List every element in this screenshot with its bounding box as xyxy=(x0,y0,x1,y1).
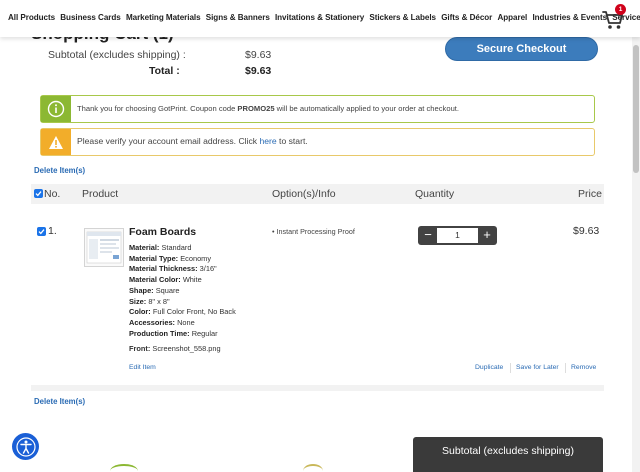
subtotal-panel-header: Subtotal (excludes shipping) xyxy=(413,437,603,472)
spec-color: Color: Full Color Front, No Back xyxy=(129,307,236,318)
spec-value: Full Color Front, No Back xyxy=(152,307,236,317)
remove-link[interactable]: Remove xyxy=(571,364,596,371)
nav-invitations-stationery[interactable]: Invitations & Stationery xyxy=(275,13,364,22)
spec-material-color: Material Color: White xyxy=(129,275,236,286)
spec-value: None xyxy=(177,317,195,327)
nav-marketing-materials[interactable]: Marketing Materials xyxy=(126,13,201,22)
spec-label: Shape: xyxy=(129,285,154,295)
category-menu: All Products Business Cards Marketing Ma… xyxy=(8,13,640,22)
spec-production-time: Production Time: Regular xyxy=(129,329,236,340)
verify-message-prefix: Please verify your account email address… xyxy=(77,136,260,146)
spec-size: Size: 8" x 8" xyxy=(129,297,236,308)
spec-material-thickness: Material Thickness: 3/16" xyxy=(129,264,236,275)
coupon-message-suffix: will be automatically applied to your or… xyxy=(274,104,460,113)
verify-message: Please verify your account email address… xyxy=(77,136,308,146)
row-divider xyxy=(31,385,604,391)
verify-here-link[interactable]: here xyxy=(259,136,276,146)
total-label: Total : xyxy=(149,65,180,77)
scrollbar-thumb[interactable] xyxy=(633,45,639,173)
spec-value: Regular xyxy=(191,328,218,338)
spec-label: Size: xyxy=(129,296,147,306)
nav-stickers-labels[interactable]: Stickers & Labels xyxy=(369,13,436,22)
coupon-alert: Thank you for choosing GotPrint. Coupon … xyxy=(40,95,595,123)
increase-quantity-button[interactable]: + xyxy=(478,226,496,245)
header-quantity: Quantity xyxy=(415,188,455,200)
product-thumbnail[interactable] xyxy=(84,228,124,267)
option-instant-proof: • Instant Processing Proof xyxy=(272,227,355,236)
check-icon xyxy=(38,229,45,235)
trust-badge-icon xyxy=(110,464,138,472)
item-checkbox[interactable] xyxy=(37,227,46,236)
spec-accessories: Accessories: None xyxy=(129,318,236,329)
nav-signs-banners[interactable]: Signs & Banners xyxy=(206,13,270,22)
spec-value: Square xyxy=(155,285,180,295)
edit-item-link[interactable]: Edit Item xyxy=(129,364,156,371)
accessibility-icon xyxy=(15,436,36,457)
coupon-code: PROMO25 xyxy=(237,104,275,113)
spec-value: 8" x 8" xyxy=(148,296,170,306)
header-no: No. xyxy=(44,188,61,200)
verify-email-alert: Please verify your account email address… xyxy=(40,128,595,156)
action-divider xyxy=(565,363,566,373)
spec-material: Material: Standard xyxy=(129,243,236,254)
page-scrollbar[interactable] xyxy=(632,37,640,472)
spec-label: Material Color: xyxy=(129,275,181,285)
accessibility-button[interactable] xyxy=(12,433,39,460)
spec-label: Material Type: xyxy=(129,253,179,263)
spec-label: Color: xyxy=(129,307,151,317)
nav-industries-events[interactable]: Industries & Events xyxy=(532,13,607,22)
front-artwork-file: Front: Screenshot_558.png xyxy=(129,344,221,353)
product-name[interactable]: Foam Boards xyxy=(129,226,196,238)
front-label: Front: xyxy=(129,344,151,353)
spec-label: Accessories: xyxy=(129,317,176,327)
subtotal-value: $9.63 xyxy=(245,49,272,61)
spec-label: Material: xyxy=(129,243,160,252)
spec-shape: Shape: Square xyxy=(129,286,236,297)
delete-items-link-bottom[interactable]: Delete Item(s) xyxy=(34,397,85,406)
item-number: 1. xyxy=(48,225,57,237)
spec-label: Material Thickness: xyxy=(129,264,198,274)
spec-value: White xyxy=(182,275,202,285)
duplicate-link[interactable]: Duplicate xyxy=(475,364,503,371)
quantity-input[interactable]: 1 xyxy=(437,228,478,243)
screenshot-preview-image xyxy=(86,231,122,264)
spec-label: Production Time: xyxy=(129,328,190,338)
secure-checkout-button[interactable]: Secure Checkout xyxy=(445,37,598,61)
decrease-quantity-button[interactable]: − xyxy=(419,226,437,245)
select-all-checkbox[interactable] xyxy=(34,189,43,198)
delete-items-link-top[interactable]: Delete Item(s) xyxy=(34,166,85,175)
spec-value: Economy xyxy=(180,253,212,263)
coupon-message-prefix: Thank you for choosing GotPrint. Coupon … xyxy=(77,104,238,113)
subtotal-label: Subtotal (excludes shipping) : xyxy=(48,49,186,61)
header-product: Product xyxy=(82,188,119,200)
nav-apparel[interactable]: Apparel xyxy=(497,13,527,22)
total-value: $9.63 xyxy=(245,65,272,77)
info-icon xyxy=(41,96,71,122)
product-specs: Material: Standard Material Type: Econom… xyxy=(129,243,236,339)
guarantee-badge-icon xyxy=(303,464,323,472)
coupon-message: Thank you for choosing GotPrint. Coupon … xyxy=(77,104,459,113)
verify-message-suffix: to start. xyxy=(276,136,308,146)
spec-value: Standard xyxy=(161,243,192,252)
cart-count-badge: 1 xyxy=(615,4,626,15)
front-file-name: Screenshot_558.png xyxy=(152,344,221,353)
nav-all-products[interactable]: All Products xyxy=(8,13,55,22)
nav-gifts-decor[interactable]: Gifts & Décor xyxy=(441,13,492,22)
nav-business-cards[interactable]: Business Cards xyxy=(60,13,121,22)
header-price: Price xyxy=(578,188,602,200)
quantity-stepper: − 1 + xyxy=(418,226,497,245)
action-divider xyxy=(510,363,511,373)
item-price: $9.63 xyxy=(573,225,600,237)
check-icon xyxy=(35,191,42,197)
top-navigation: All Products Business Cards Marketing Ma… xyxy=(0,0,640,37)
header-options: Option(s)/Info xyxy=(272,188,336,200)
warning-icon xyxy=(41,129,71,155)
spec-material-type: Material Type: Economy xyxy=(129,254,236,265)
spec-value: 3/16" xyxy=(199,264,217,274)
save-for-later-link[interactable]: Save for Later xyxy=(516,364,559,371)
